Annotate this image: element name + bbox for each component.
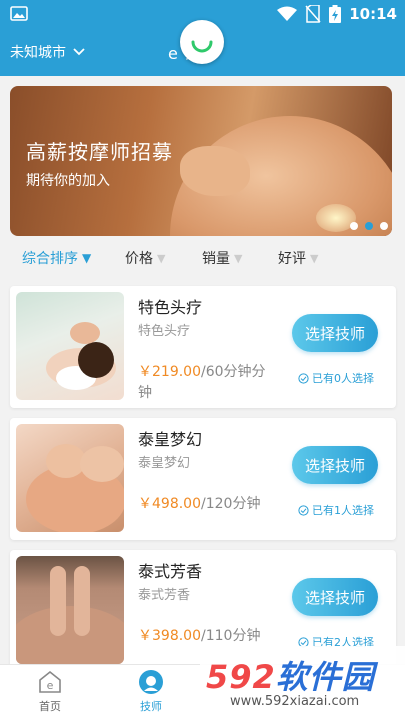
select-technician-button[interactable]: 选择技师 [292,446,378,484]
city-selector[interactable]: 未知城市 [10,42,86,62]
service-price: ￥398.00/110分钟 [138,626,298,647]
selected-count: 已有1人选择 [298,502,374,518]
banner-dot-active[interactable] [365,222,373,230]
selected-count-label: 已有0人选择 [312,372,374,385]
sort-arrow-icon: ▼ [82,251,92,265]
sort-label: 销量 [202,251,230,267]
price-amount: ￥398.00 [138,628,201,644]
sort-rating[interactable]: 好评 ▼ [278,248,318,268]
service-subtitle: 泰式芳香 [138,588,191,603]
sort-label: 综合排序 [22,251,78,267]
service-price: ￥498.00/120分钟 [138,494,298,515]
sort-bar: 综合排序 ▼ 价格 ▼ 销量 ▼ 好评 ▼ [0,244,405,272]
image-icon [10,6,28,21]
nav-technician[interactable]: 技师 [121,669,181,714]
selected-count-label: 已有1人选择 [312,504,374,517]
home-icon: e [39,670,61,693]
selected-count: 已有0人选择 [298,370,374,386]
service-card[interactable]: 特色头疗 特色头疗 ￥219.00/60分钟分钟 选择技师 已有0人选择 [10,286,396,408]
nav-home[interactable]: e 首页 [20,669,80,714]
sort-arrow-icon: ▼ [234,251,243,265]
banner-image-detail [180,146,250,196]
sort-price[interactable]: 价格 ▼ [125,248,165,268]
chevron-down-icon [73,48,85,56]
select-technician-button[interactable]: 选择技师 [292,314,378,352]
service-subtitle: 特色头疗 [138,324,191,339]
technician-icon [139,670,163,694]
sort-label: 价格 [125,251,153,267]
watermark-url: www.592xiazai.com [230,694,360,709]
banner-title: 高薪按摩师招募 [26,140,173,164]
service-subtitle: 泰皇梦幻 [138,456,191,471]
service-image [16,424,124,532]
service-card[interactable]: 泰皇梦幻 泰皇梦幻 ￥498.00/120分钟 选择技师 已有1人选择 [10,418,396,540]
price-unit: /110分钟 [201,628,261,644]
loading-spinner [180,20,224,64]
nav-home-label: 首页 [39,700,61,713]
watermark: 592软件园 www.592xiazai.com [200,646,405,720]
clock: 10:14 [349,5,397,23]
sort-label: 好评 [278,251,306,267]
banner-dot[interactable] [380,222,388,230]
watermark-logo: 592软件园 [206,652,375,698]
service-name: 特色头疗 [138,298,203,317]
no-sim-icon [305,5,321,23]
service-price: ￥219.00/60分钟分钟 [138,362,270,404]
wifi-icon [277,6,298,21]
select-technician-button[interactable]: 选择技师 [292,578,378,616]
sort-comprehensive[interactable]: 综合排序 ▼ [22,248,91,268]
city-label: 未知城市 [10,45,66,61]
service-image [16,556,124,664]
banner-pagination [350,222,388,230]
check-circle-icon [298,504,309,516]
sort-arrow-icon: ▼ [310,251,319,265]
service-image [16,292,124,400]
battery-charging-icon [329,5,342,23]
watermark-logo-number: 592 [206,658,276,696]
watermark-logo-text: 软件园 [275,658,375,696]
check-circle-icon [298,372,309,384]
banner-subtitle: 期待你的加入 [26,173,110,189]
spinner-icon [191,40,213,53]
service-name: 泰式芳香 [138,562,203,581]
sort-arrow-icon: ▼ [157,251,166,265]
sort-sales[interactable]: 销量 ▼ [202,248,242,268]
banner-dot[interactable] [350,222,358,230]
nav-technician-label: 技师 [140,700,162,713]
price-amount: ￥219.00 [138,364,201,380]
svg-text:e: e [47,679,54,692]
service-name: 泰皇梦幻 [138,430,203,449]
price-unit: /120分钟 [201,496,261,512]
price-amount: ￥498.00 [138,496,201,512]
